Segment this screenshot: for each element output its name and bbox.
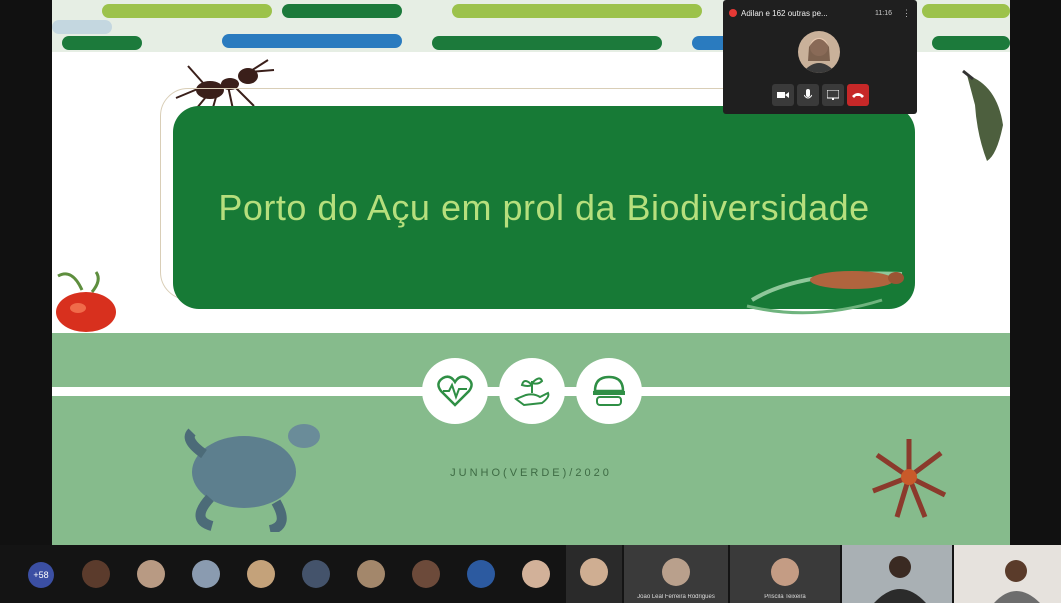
participant-avatar[interactable] xyxy=(247,560,275,588)
participant-avatar[interactable] xyxy=(302,560,330,588)
meeting-title: Adilan e 162 outras pe... xyxy=(741,8,828,18)
hand-plant-icon xyxy=(513,377,550,407)
more-participants-badge[interactable]: +58 xyxy=(28,562,54,588)
fruit-illustration xyxy=(56,271,116,332)
mic-button[interactable] xyxy=(797,84,819,106)
environment-circle xyxy=(499,358,565,424)
meeting-time: 11:16 xyxy=(875,9,892,17)
participant-tile[interactable]: João Leal Ferreira Rodrigues xyxy=(624,545,728,603)
presenter-avatar xyxy=(798,31,840,73)
meeting-mini-window[interactable]: Adilan e 162 outras pe... 11:16 ⋮ xyxy=(723,0,917,114)
mic-icon xyxy=(804,89,812,99)
participant-avatar xyxy=(580,558,608,586)
participant-avatar[interactable] xyxy=(412,560,440,588)
participant-avatar[interactable] xyxy=(522,560,550,588)
present-icon xyxy=(827,90,839,100)
more-options-icon[interactable]: ⋮ xyxy=(902,8,911,19)
end-call-icon xyxy=(852,93,864,98)
participant-tile[interactable] xyxy=(566,545,622,603)
participant-name: João Leal Ferreira Rodrigues xyxy=(637,594,715,600)
heart-rate-icon xyxy=(437,375,473,407)
slide-date: JUNHO(VERDE)/2020 xyxy=(450,467,612,479)
participant-name: Priscila Teixeira xyxy=(764,594,806,600)
participant-avatar[interactable] xyxy=(137,560,165,588)
participant-avatar xyxy=(662,558,690,586)
participant-avatar[interactable] xyxy=(192,560,220,588)
bird-illustration xyxy=(962,69,1003,161)
slide-title: Porto do Açu em prol da Biodiversidade xyxy=(218,186,870,228)
participant-video[interactable] xyxy=(954,545,1061,603)
participant-avatar[interactable] xyxy=(467,560,495,588)
participant-tile[interactable]: Priscila Teixeira xyxy=(730,545,840,603)
participant-video[interactable] xyxy=(842,545,952,603)
meeting-header: Adilan e 162 outras pe... 11:16 ⋮ xyxy=(729,5,911,21)
safety-circle xyxy=(576,358,642,424)
participant-avatar xyxy=(771,558,799,586)
end-call-button[interactable] xyxy=(847,84,869,106)
lizard-illustration xyxy=(746,271,904,315)
participant-avatar[interactable] xyxy=(82,560,110,588)
camera-icon xyxy=(777,92,789,98)
safety-helmet-icon xyxy=(593,375,625,406)
participant-avatar[interactable] xyxy=(357,560,385,588)
health-circle xyxy=(422,358,488,424)
recording-icon xyxy=(729,9,737,17)
camera-button[interactable] xyxy=(772,84,794,106)
present-button[interactable] xyxy=(822,84,844,106)
